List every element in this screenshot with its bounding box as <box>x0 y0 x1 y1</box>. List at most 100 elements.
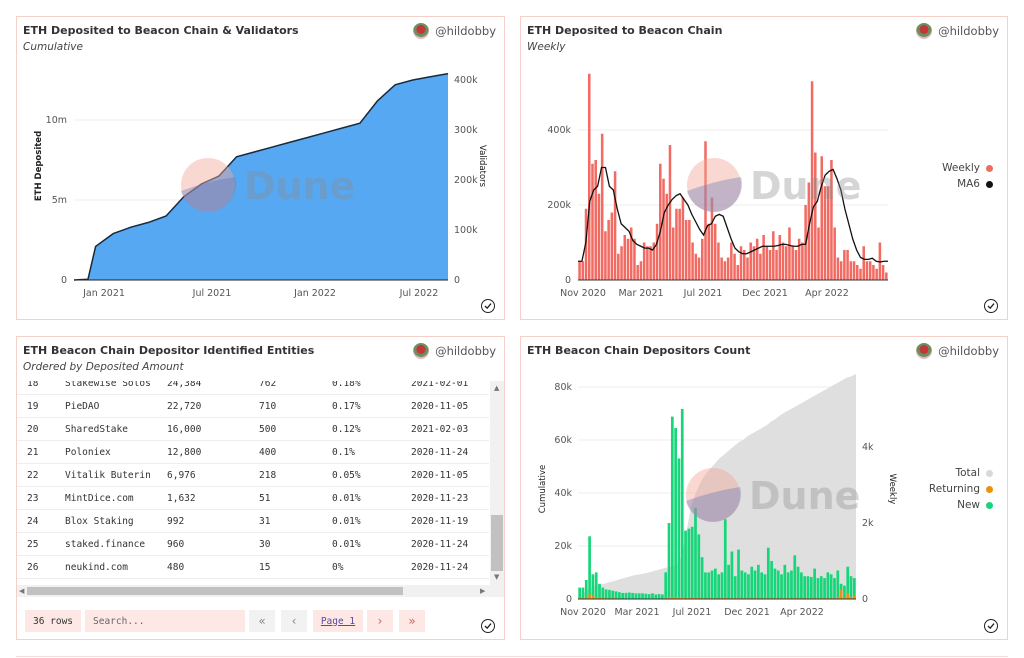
y-tick-label: 80k <box>554 382 572 393</box>
weekly-bar <box>726 257 730 280</box>
new-bar <box>657 594 661 599</box>
weekly-bar <box>636 265 639 280</box>
legend-item-weekly[interactable]: Weekly <box>901 160 993 176</box>
new-bar <box>584 580 588 599</box>
new-bar <box>594 572 598 599</box>
table-row[interactable]: 25 staked.finance 960 30 0.01% 2020-11-24 <box>17 533 489 556</box>
first-page-button[interactable]: « <box>249 610 275 632</box>
weekly-bar <box>697 257 701 280</box>
new-bar <box>836 570 840 599</box>
eth-cell: 992 <box>167 516 185 527</box>
weekly-bar <box>885 272 888 280</box>
legend-item-new[interactable]: New <box>901 497 993 513</box>
table-search-input[interactable] <box>85 610 245 632</box>
x-tick-label: Jul 2021 <box>672 607 712 618</box>
check-circle-icon[interactable] <box>984 619 998 633</box>
scrollbar-thumb[interactable] <box>491 515 503 571</box>
weekly-bar <box>639 261 643 280</box>
y2-axis-label: Validators <box>477 145 487 188</box>
new-bar <box>843 585 846 599</box>
table-row[interactable]: 18 Stakewise Solos 24,384 762 0.18% 2021-02-0… <box>17 381 489 395</box>
table-row[interactable]: 23 MintDice.com 1,632 51 0.01% 2020-11-23 <box>17 487 489 510</box>
new-bar <box>644 593 648 599</box>
new-bar <box>819 576 823 599</box>
check-circle-icon[interactable] <box>481 619 495 633</box>
x-tick-label: Nov 2020 <box>560 607 606 618</box>
avatar <box>413 343 430 359</box>
table-row[interactable]: 21 Poloniex 12,800 400 0.1% 2020-11-24 <box>17 441 489 464</box>
new-bar <box>720 572 724 599</box>
eth-cell: 960 <box>167 539 185 550</box>
validators-cell: 400 <box>259 447 277 458</box>
check-circle-icon[interactable] <box>481 299 495 313</box>
new-bar <box>687 528 691 599</box>
validators-cell: 31 <box>259 516 271 527</box>
vertical-scrollbar[interactable]: ▲ ▼ <box>490 381 504 585</box>
table-row[interactable]: 22 Vitalik Buterin 6,976 218 0.05% 2020-11-05 <box>17 464 489 487</box>
new-bar <box>773 568 777 599</box>
legend-item-total[interactable]: Total <box>901 465 993 481</box>
x-tick-label: Dec 2021 <box>742 288 788 299</box>
legend-item-returning[interactable]: Returning <box>901 481 993 497</box>
weekly-bar <box>597 193 601 280</box>
dune-watermark: Dune <box>244 164 355 208</box>
new-bar <box>753 570 757 599</box>
x-tick-label: Jan 2021 <box>82 288 125 299</box>
weekly-bar <box>613 171 617 280</box>
share-cell: 0.17% <box>332 401 361 412</box>
new-bar <box>776 570 780 599</box>
prev-page-button[interactable]: ‹ <box>281 610 307 632</box>
new-bar <box>806 576 810 599</box>
rank-cell: 26 <box>27 562 39 573</box>
table-row[interactable]: 26 neukind.com 480 15 0% 2020-11-24 <box>17 556 489 579</box>
scroll-right-icon[interactable]: ▶ <box>480 587 485 595</box>
weekly-bar <box>623 235 627 280</box>
date-cell: 2020-11-19 <box>411 516 469 527</box>
page-indicator[interactable]: Page 1 <box>313 610 363 632</box>
weekly-bar <box>881 265 885 280</box>
depositors-legend: Total Returning New <box>901 465 993 513</box>
share-cell: 0.05% <box>332 470 361 481</box>
new-bar <box>833 578 836 599</box>
table-row[interactable]: 19 PieDAO 22,720 710 0.17% 2020-11-05 <box>17 395 489 418</box>
weekly-bar <box>868 261 872 280</box>
new-bar <box>627 592 631 599</box>
weekly-bar <box>739 246 743 280</box>
weekly-bar <box>701 238 704 280</box>
scroll-left-icon[interactable]: ◀ <box>19 587 24 595</box>
weekly-bar <box>604 231 607 280</box>
eth-cell: 480 <box>167 562 185 573</box>
horizontal-scrollbar[interactable]: ◀ ▶ <box>17 585 504 597</box>
new-bar <box>760 572 764 599</box>
entities-table-panel: ETH Beacon Chain Depositor Identified En… <box>16 336 505 640</box>
y-axis-label: ETH Deposited <box>34 131 44 201</box>
legend-item-ma6[interactable]: MA6 <box>901 176 993 192</box>
scrollbar-thumb[interactable] <box>27 587 403 595</box>
entity-cell: Vitalik Buterin <box>65 470 151 481</box>
scroll-up-icon[interactable]: ▲ <box>494 384 499 392</box>
last-page-button[interactable]: » <box>399 610 425 632</box>
returning-bar <box>588 594 591 599</box>
eth-cell: 22,720 <box>167 401 202 412</box>
new-bar <box>624 592 628 599</box>
weekly-bar <box>862 246 865 280</box>
next-page-button[interactable]: › <box>367 610 393 632</box>
new-bar <box>661 594 664 599</box>
new-bar <box>634 593 638 599</box>
depositors-count-panel: ETH Beacon Chain Depositors Count @hildo… <box>520 336 1008 640</box>
check-circle-icon[interactable] <box>984 299 998 313</box>
y-tick-label: 5m <box>52 195 67 206</box>
table-row[interactable]: 24 Blox Staking 992 31 0.01% 2020-11-19 <box>17 510 489 533</box>
weekly-bar <box>717 242 720 280</box>
weekly-bar <box>581 261 585 280</box>
new-bar <box>690 526 694 599</box>
new-bar <box>826 572 830 599</box>
scroll-down-icon[interactable]: ▼ <box>494 573 499 581</box>
new-bar <box>591 574 595 599</box>
author-link[interactable]: @hildobby <box>413 343 496 359</box>
table-row[interactable]: 20 SharedStake 16,000 500 0.12% 2021-02-03 <box>17 418 489 441</box>
weekly-bar <box>688 220 691 280</box>
weekly-bar <box>655 223 659 280</box>
weekly-bar <box>694 253 698 280</box>
new-bar <box>677 458 681 599</box>
